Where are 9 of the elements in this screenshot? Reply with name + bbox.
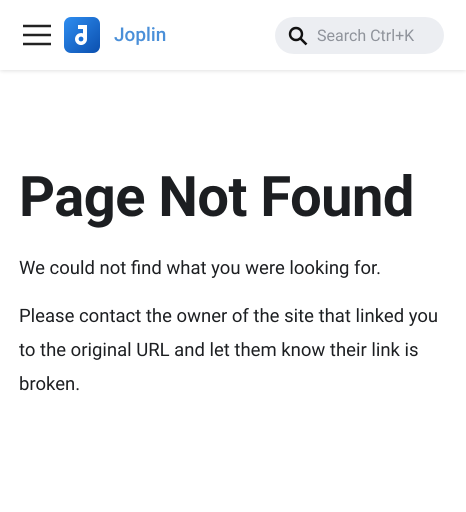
- brand-link[interactable]: Joplin: [114, 20, 166, 50]
- message-text: We could not find what you were looking for.: [19, 256, 382, 281]
- search-icon: [288, 26, 308, 46]
- menu-button[interactable]: [22, 23, 52, 47]
- search-field[interactable]: Search Ctrl+K: [275, 16, 444, 54]
- message-text: Please contact the owner of the site that linked you to the original URL and let them know their link is broken.: [19, 304, 440, 397]
- menu-icon: [22, 24, 52, 46]
- logo-icon: [64, 17, 100, 53]
- page-title: Page Not Found: [19, 167, 415, 229]
